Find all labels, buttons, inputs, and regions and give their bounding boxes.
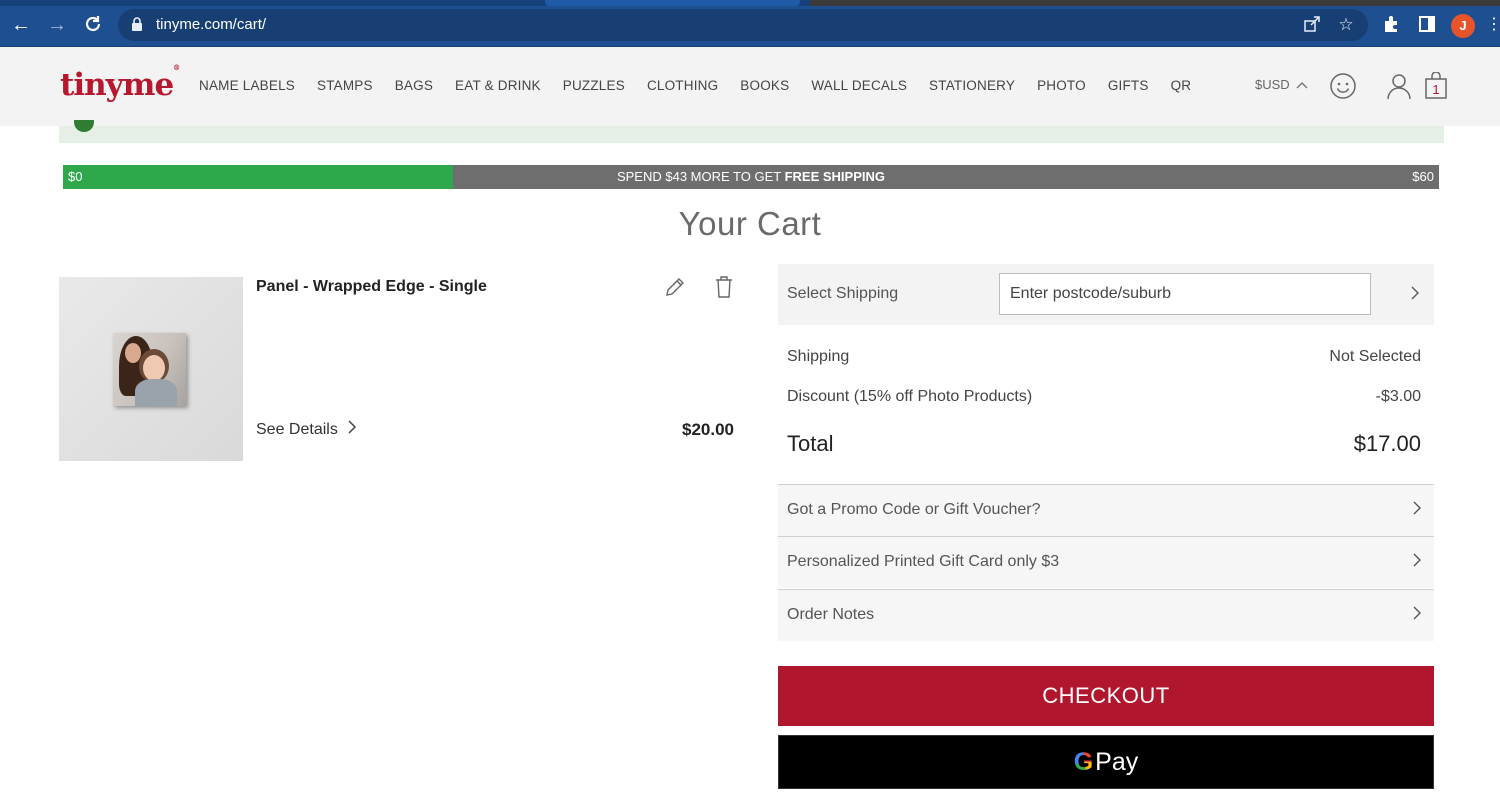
progress-message-bold: FREE SHIPPING (784, 169, 886, 184)
free-shipping-progress: $0 SPEND $43 MORE TO GET FREE SHIPPING $… (63, 165, 1439, 189)
total-line: Total $17.00 (787, 431, 1421, 457)
google-pay-button[interactable]: GPay (778, 735, 1434, 789)
chevron-right-icon (1413, 551, 1422, 572)
promo-code-label[interactable]: Got a Promo Code or Gift Voucher? (787, 501, 1040, 519)
chevron-right-icon (348, 420, 357, 438)
chevron-right-icon[interactable] (1411, 284, 1420, 305)
extensions-icon[interactable] (1381, 15, 1401, 35)
nav-puzzles[interactable]: PUZZLES (563, 78, 625, 93)
inactive-tabs[interactable] (810, 0, 1500, 6)
gift-card-label[interactable]: Personalized Printed Gift Card only $3 (787, 553, 1059, 571)
forward-icon[interactable]: → (46, 14, 68, 36)
cart-icon[interactable]: 1 (1423, 71, 1451, 100)
tinyme-logo[interactable]: tinyme® (60, 63, 180, 103)
product-name[interactable]: Panel - Wrapped Edge - Single (256, 278, 487, 296)
shipping-value: Not Selected (1329, 348, 1421, 365)
progress-max-label: $60 (1412, 169, 1434, 184)
progress-message-text: SPEND $43 MORE TO GET (616, 169, 785, 184)
chevron-right-icon (1413, 499, 1422, 520)
reload-icon[interactable] (82, 14, 104, 36)
total-value: $17.00 (1353, 431, 1421, 456)
nav-wall-decals[interactable]: WALL DECALS (811, 78, 907, 93)
nav-stamps[interactable]: STAMPS (317, 78, 373, 93)
discount-label: Discount (15% off Photo Products) (787, 388, 1033, 405)
lock-icon (132, 17, 142, 31)
nav-photo[interactable]: PHOTO (1037, 78, 1086, 93)
nav-clothing[interactable]: CLOTHING (647, 78, 718, 93)
shipping-label: Shipping (787, 348, 850, 365)
logo-text[interactable]: tinyme (60, 67, 174, 103)
product-price: $20.00 (682, 420, 734, 439)
share-icon[interactable] (1302, 15, 1322, 35)
url-text[interactable]: tinyme.com/cart/ (156, 16, 266, 33)
cart-count-badge: 1 (1432, 82, 1440, 97)
main-nav: NAME LABELS STAMPS BAGS EAT & DRINK PUZZ… (199, 78, 1191, 93)
discount-line: Discount (15% off Photo Products) -$3.00 (787, 388, 1421, 406)
nav-qr[interactable]: QR (1171, 78, 1192, 93)
nav-name-labels[interactable]: NAME LABELS (199, 78, 295, 93)
address-bar[interactable]: tinyme.com/cart/ ☆ (118, 9, 1368, 41)
postcode-input[interactable] (999, 273, 1371, 315)
notice-banner (59, 120, 1444, 143)
promo-code-accordion[interactable]: Got a Promo Code or Gift Voucher? (778, 484, 1434, 536)
page-title: Your Cart (678, 205, 822, 242)
total-label: Total (787, 431, 834, 456)
discount-value: -$3.00 (1375, 388, 1421, 405)
nav-eat-drink[interactable]: EAT & DRINK (455, 78, 541, 93)
site-header: tinyme® NAME LABELS STAMPS BAGS EAT & DR… (0, 47, 1500, 126)
gift-card-accordion[interactable]: Personalized Printed Gift Card only $3 (778, 536, 1434, 588)
see-details-link[interactable]: See Details (256, 420, 357, 439)
side-panel-icon[interactable] (1417, 15, 1437, 35)
edit-pencil-icon[interactable] (664, 276, 686, 298)
select-shipping-label: Select Shipping (787, 285, 899, 302)
see-details-label[interactable]: See Details (256, 421, 338, 438)
order-notes-accordion[interactable]: Order Notes (778, 589, 1434, 641)
progress-message: SPEND $43 MORE TO GET FREE SHIPPING (63, 169, 1439, 184)
profile-avatar[interactable]: J (1451, 14, 1475, 38)
product-thumbnail[interactable] (59, 277, 243, 461)
order-notes-label[interactable]: Order Notes (787, 606, 874, 624)
active-tab[interactable] (545, 0, 800, 6)
chevron-up-icon (1296, 77, 1308, 92)
google-pay-label: Pay (1095, 748, 1139, 776)
currency-label[interactable]: $USD (1255, 77, 1290, 92)
bookmark-star-icon[interactable]: ☆ (1336, 15, 1356, 35)
chevron-right-icon (1413, 604, 1422, 625)
tab-strip (0, 0, 1500, 6)
smiley-icon[interactable] (1329, 72, 1357, 100)
success-icon (74, 120, 94, 132)
nav-stationery[interactable]: STATIONERY (929, 78, 1015, 93)
browser-toolbar: ← → tinyme.com/cart/ ☆ J ⋮ (0, 0, 1500, 47)
nav-books[interactable]: BOOKS (740, 78, 789, 93)
nav-gifts[interactable]: GIFTS (1108, 78, 1149, 93)
nav-bags[interactable]: BAGS (395, 78, 433, 93)
account-icon[interactable] (1385, 72, 1413, 100)
select-shipping-row: Select Shipping (778, 264, 1434, 325)
browser-menu-icon[interactable]: ⋮ (1484, 15, 1500, 35)
trash-icon[interactable] (713, 275, 735, 299)
shipping-line: Shipping Not Selected (787, 348, 1421, 366)
google-g-icon: G (1074, 736, 1093, 788)
checkout-button[interactable]: CHECKOUT (778, 666, 1434, 726)
canvas-photo (113, 333, 186, 406)
google-g-letter: G (1073, 748, 1094, 776)
back-icon[interactable]: ← (10, 14, 32, 36)
registered-mark: ® (173, 62, 180, 72)
currency-selector[interactable]: $USD (1255, 77, 1308, 92)
